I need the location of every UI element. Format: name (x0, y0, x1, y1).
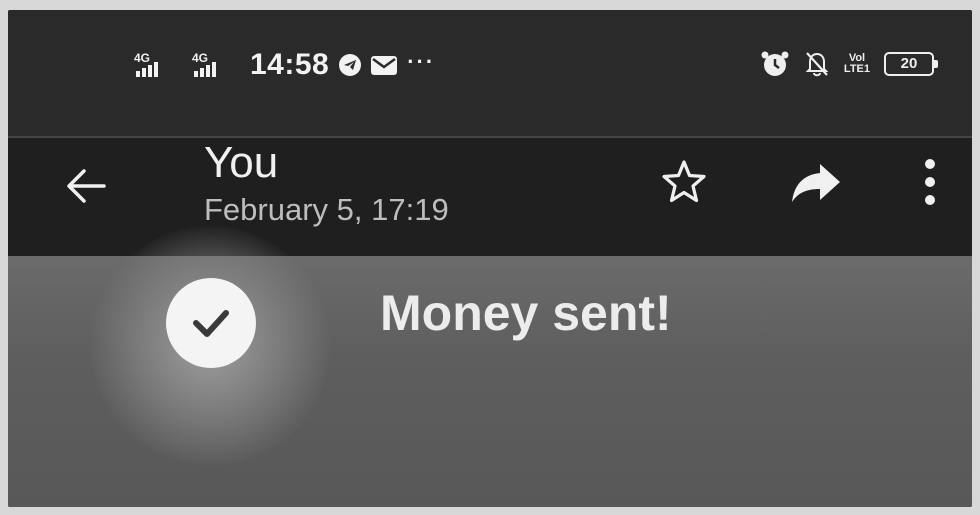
battery-icon: 20 (884, 52, 938, 76)
back-arrow-icon[interactable] (60, 160, 112, 212)
status-bar-left: 4G 4G 14:58 ··· (132, 48, 435, 82)
status-bar: 4G 4G 14:58 ··· Vol LTE1 20 (8, 10, 972, 138)
clock: 14:58 (250, 48, 330, 81)
app-bar: You February 5, 17:19 (8, 138, 972, 256)
signal-icon-sim1: 4G (132, 51, 180, 79)
check-icon (166, 278, 256, 368)
share-icon[interactable] (788, 158, 844, 206)
status-bar-right: Vol LTE1 20 (760, 50, 938, 78)
signal-icon-sim2: 4G (190, 51, 238, 79)
star-icon[interactable] (658, 156, 710, 208)
telegram-icon (339, 54, 362, 76)
phone-screen: 4G 4G 14:58 ··· Vol LTE1 20 You February… (8, 10, 972, 507)
volte-icon: Vol LTE1 (844, 53, 870, 75)
more-vert-icon[interactable] (916, 154, 944, 210)
battery-level: 20 (900, 55, 918, 72)
volte-label-bottom: LTE1 (843, 63, 870, 75)
bell-off-icon (804, 50, 830, 78)
message-content: Money sent! (8, 226, 972, 507)
mail-icon (371, 55, 398, 75)
status-message: Money sent! (380, 285, 672, 341)
more-notifications-icon: ··· (407, 49, 436, 74)
sender-title: You (204, 138, 279, 187)
alarm-icon (760, 50, 790, 78)
message-date: February 5, 17:19 (204, 192, 449, 227)
